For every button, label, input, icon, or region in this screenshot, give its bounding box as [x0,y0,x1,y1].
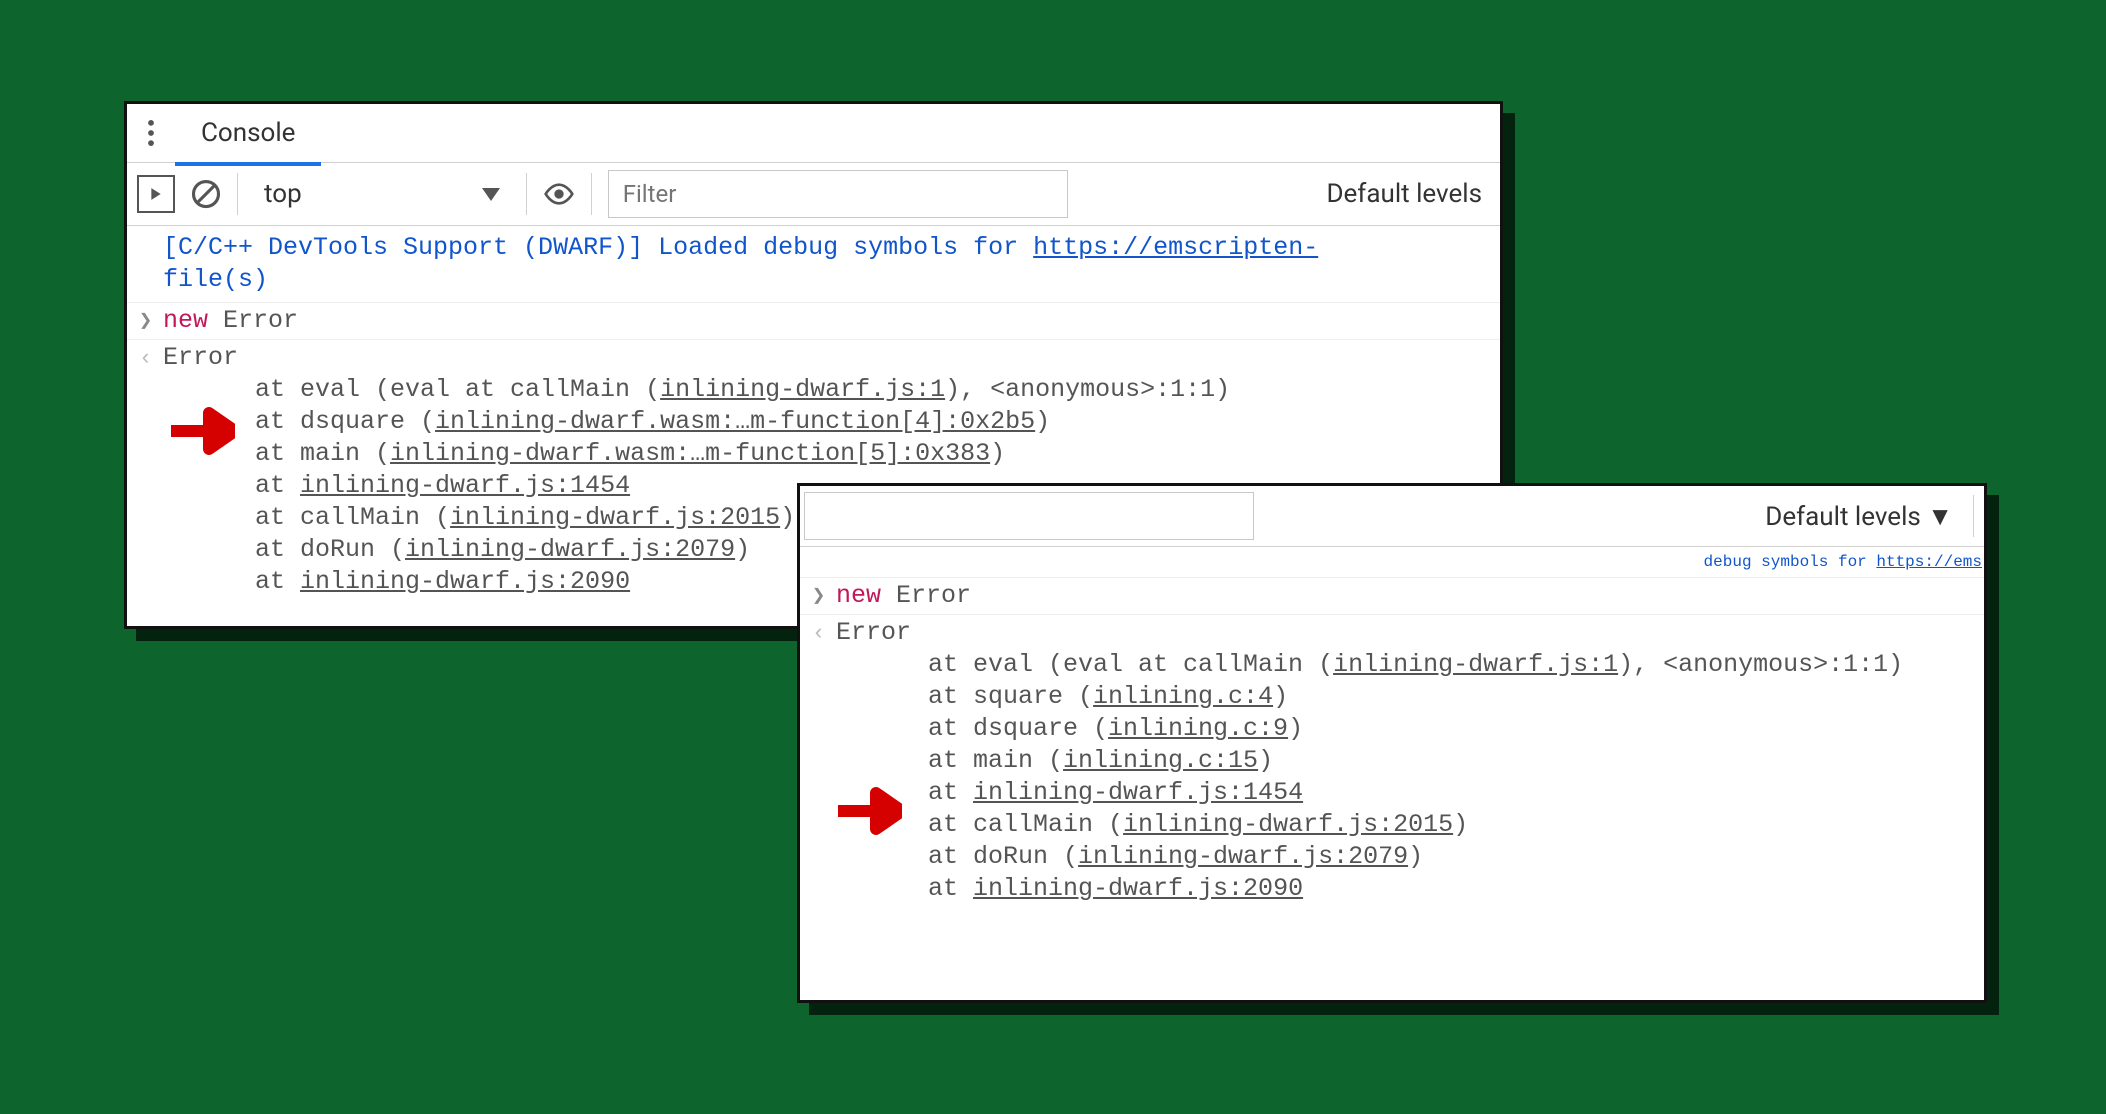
console-input-row[interactable]: ❯new Error [800,578,1984,615]
input-chevron-icon: ❯ [812,583,832,611]
input-chevron-icon: ❯ [139,308,159,336]
output-chevron-icon[interactable]: ‹ [812,620,832,648]
source-link[interactable]: inlining.c:15 [1063,746,1258,775]
info-text: [C/C++ DevTools Support (DWARF)] Loaded … [163,233,1033,262]
stack-frame: at main (inlining.c:15) [928,745,1984,777]
console-toolbar: Default levels ▼ [800,486,1984,547]
stack-frame: at eval (eval at callMain (inlining-dwar… [255,374,1500,406]
stack-frame: at callMain (inlining-dwarf.js:2015) [928,809,1984,841]
source-link[interactable]: inlining-dwarf.js:2079 [1078,842,1408,871]
input-rest: Error [208,306,298,335]
tab-bar: Console [127,104,1500,163]
console-toolbar: top Default levels [127,163,1500,226]
more-menu-button[interactable] [127,120,175,146]
separator [1973,495,1974,537]
stack-frame: at dsquare (inlining-dwarf.wasm:…m-funct… [255,406,1500,438]
devtools-console-after: Default levels ▼ debug symbols for https… [797,483,1987,1003]
console-output-row: ‹Error at eval (eval at callMain (inlini… [800,615,1984,907]
chevron-down-icon [482,188,500,201]
play-icon [150,187,162,201]
separator [237,173,238,215]
stack-frame: at inlining-dwarf.js:1454 [928,777,1984,809]
live-expression-button[interactable] [543,178,575,210]
filter-input[interactable] [608,170,1068,218]
kebab-icon [141,120,161,146]
error-label: Error [163,343,238,372]
info-text-2: file(s) [163,265,268,294]
stack-frame: at inlining-dwarf.js:2090 [928,873,1984,905]
console-messages: ❯new Error ‹Error at eval (eval at callM… [800,578,1984,907]
log-info: debug symbols for https://ems [800,547,1984,578]
context-label: top [264,179,302,209]
input-keyword: new [836,581,881,610]
eye-icon [543,178,575,210]
separator [526,173,527,215]
log-info: [C/C++ DevTools Support (DWARF)] Loaded … [127,226,1500,303]
source-link[interactable]: inlining-dwarf.js:1454 [300,471,630,500]
log-levels-selector[interactable]: Default levels [1326,179,1490,209]
context-selector[interactable]: top [254,179,510,209]
source-link[interactable]: inlining-dwarf.js:2090 [973,874,1303,903]
stack-frame: at eval (eval at callMain (inlining-dwar… [928,649,1984,681]
info-link[interactable]: https://emscripten- [1033,233,1318,262]
source-link[interactable]: inlining-dwarf.js:2090 [300,567,630,596]
tab-label: Console [201,118,295,148]
output-chevron-icon[interactable]: ‹ [139,345,159,373]
source-link[interactable]: inlining-dwarf.js:1454 [973,778,1303,807]
filter-input[interactable] [804,492,1254,540]
input-keyword: new [163,306,208,335]
source-link[interactable]: inlining.c:9 [1108,714,1288,743]
source-link[interactable]: inlining-dwarf.js:2079 [405,535,735,564]
stack-frame: at main (inlining-dwarf.wasm:…m-function… [255,438,1500,470]
stack-trace: at eval (eval at callMain (inlining-dwar… [836,649,1984,905]
log-levels-label: Default levels ▼ [1765,502,1953,532]
source-link[interactable]: inlining.c:4 [1093,682,1273,711]
info-link[interactable]: https://ems [1876,553,1982,571]
stack-frame: at dsquare (inlining.c:9) [928,713,1984,745]
source-link[interactable]: inlining-dwarf.js:2015 [1123,810,1453,839]
source-link[interactable]: inlining-dwarf.js:2015 [450,503,780,532]
source-link[interactable]: inlining-dwarf.wasm:…m-function[4]:0x2b5 [435,407,1035,436]
input-rest: Error [881,581,971,610]
stack-frame: at doRun (inlining-dwarf.js:2079) [928,841,1984,873]
log-levels-label: Default levels [1326,179,1482,209]
source-link[interactable]: inlining-dwarf.js:1 [660,375,945,404]
console-input-row[interactable]: ❯new Error [127,303,1500,340]
error-label: Error [836,618,911,647]
toggle-sidebar-button[interactable] [137,175,175,213]
tab-console[interactable]: Console [175,101,321,166]
info-text: debug symbols for [1704,553,1877,571]
log-levels-selector[interactable]: Default levels ▼ [1765,501,1957,532]
separator [591,173,592,215]
cancel-icon [191,179,221,209]
clear-console-button[interactable] [191,179,221,209]
source-link[interactable]: inlining-dwarf.js:1 [1333,650,1618,679]
stack-frame: at square (inlining.c:4) [928,681,1984,713]
source-link[interactable]: inlining-dwarf.wasm:…m-function[5]:0x383 [390,439,990,468]
